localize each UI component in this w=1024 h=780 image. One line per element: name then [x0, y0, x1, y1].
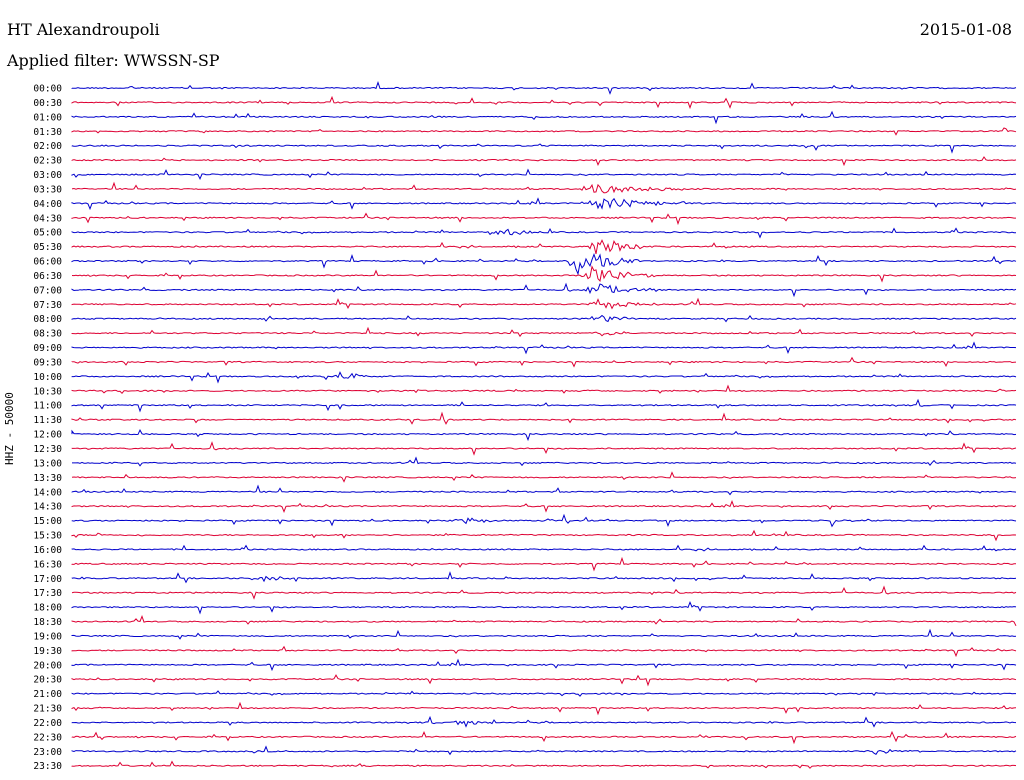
row-label: 08:30 [33, 329, 62, 340]
trace-line [71, 715, 1017, 728]
row-label: 19:00 [33, 631, 62, 642]
row-label: 05:30 [33, 242, 62, 253]
trace-line [71, 80, 1017, 95]
trace-line [71, 297, 1017, 310]
trace-line [71, 411, 1017, 425]
trace-line [71, 513, 1017, 528]
row-label: 18:30 [33, 617, 62, 628]
trace-line [71, 341, 1017, 355]
row-label: 13:30 [33, 473, 62, 484]
row-label: 15:00 [33, 516, 62, 527]
row-label: 10:30 [33, 386, 62, 397]
row-label: 20:00 [33, 660, 62, 671]
row-label: 21:30 [33, 704, 62, 715]
trace-line [71, 156, 1017, 167]
trace-line [71, 690, 1016, 697]
trace-line [71, 253, 1017, 276]
trace-line [71, 628, 1017, 640]
row-label: 03:30 [33, 184, 62, 195]
trace-line [71, 441, 1017, 456]
row-label: 18:00 [33, 603, 62, 614]
row-label: 10:00 [33, 372, 62, 383]
row-labels: 00:00 00:30 01:00 01:30 02:00 02:30 03:00 03:30… [33, 84, 62, 773]
trace-line [71, 227, 1017, 239]
row-label: 06:00 [33, 257, 62, 268]
trace-lines [71, 80, 1017, 769]
trace-line [72, 456, 1017, 467]
row-label: 17:00 [33, 574, 62, 585]
trace-line [71, 181, 1017, 194]
row-label: 14:00 [33, 487, 62, 498]
row-label: 21:00 [33, 689, 62, 700]
trace-line [71, 730, 1017, 745]
row-label: 08:00 [33, 314, 62, 325]
trace-line [71, 398, 1017, 413]
trace-line [71, 282, 1017, 298]
row-label: 04:00 [33, 199, 62, 210]
row-label: 00:30 [33, 98, 62, 109]
row-label: 01:00 [33, 112, 62, 123]
seismogram-plot: 00:00 00:30 01:00 01:30 02:00 02:30 03:00 03:30… [33, 80, 1017, 773]
trace-line [71, 95, 1017, 110]
trace-line [71, 428, 1017, 442]
row-label: 14:30 [33, 502, 62, 513]
row-label: 04:30 [33, 213, 62, 224]
row-label: 06:30 [33, 271, 62, 282]
row-label: 16:00 [33, 545, 62, 556]
row-label: 12:00 [33, 430, 62, 441]
row-label: 01:30 [33, 127, 62, 138]
trace-line [71, 760, 1017, 769]
trace-line [71, 544, 1017, 552]
row-label: 23:30 [33, 761, 62, 772]
trace-line [71, 239, 1017, 255]
trace-line [71, 658, 1017, 672]
row-label: 09:00 [33, 343, 62, 354]
row-label: 19:30 [33, 646, 62, 657]
trace-line [71, 614, 1017, 627]
trace-line [71, 197, 1017, 211]
row-label: 11:00 [33, 401, 62, 412]
trace-line [71, 110, 1017, 125]
row-label: 22:30 [33, 732, 62, 743]
row-label: 16:30 [33, 559, 62, 570]
row-label: 03:00 [33, 170, 62, 181]
trace-line [71, 168, 1017, 181]
row-label: 11:30 [33, 415, 62, 426]
row-label: 02:00 [33, 141, 62, 152]
trace-line [71, 265, 1017, 283]
trace-line [71, 600, 1017, 615]
row-label: 05:00 [33, 228, 62, 239]
row-label: 07:30 [33, 300, 62, 311]
trace-line [71, 701, 1017, 716]
row-label: 20:30 [33, 675, 62, 686]
trace-line [71, 384, 1017, 395]
row-label: 12:30 [33, 444, 62, 455]
trace-line [71, 645, 1017, 658]
trace-line [71, 127, 1017, 136]
trace-line [71, 499, 1017, 513]
row-label: 22:00 [33, 718, 62, 729]
row-label: 13:00 [33, 458, 62, 469]
row-label: 15:30 [33, 531, 62, 542]
trace-line [71, 471, 1017, 483]
trace-line [71, 585, 1017, 600]
trace-line [71, 356, 1017, 368]
trace-line [71, 143, 1017, 154]
row-label: 09:30 [33, 357, 62, 368]
trace-line [71, 674, 1017, 687]
trace-line [71, 556, 1017, 572]
row-label: 02:30 [33, 156, 62, 167]
trace-line [71, 529, 1017, 542]
trace-line [71, 326, 1017, 338]
trace-line [71, 371, 1017, 384]
trace-line [71, 571, 1017, 584]
row-label: 07:00 [33, 285, 62, 296]
trace-line [71, 314, 1017, 323]
row-label: 17:30 [33, 588, 62, 599]
trace-line [71, 484, 1017, 496]
row-label: 00:00 [33, 84, 62, 95]
trace-line [71, 745, 1017, 756]
row-label: 23:00 [33, 747, 62, 758]
trace-line [71, 212, 1016, 226]
